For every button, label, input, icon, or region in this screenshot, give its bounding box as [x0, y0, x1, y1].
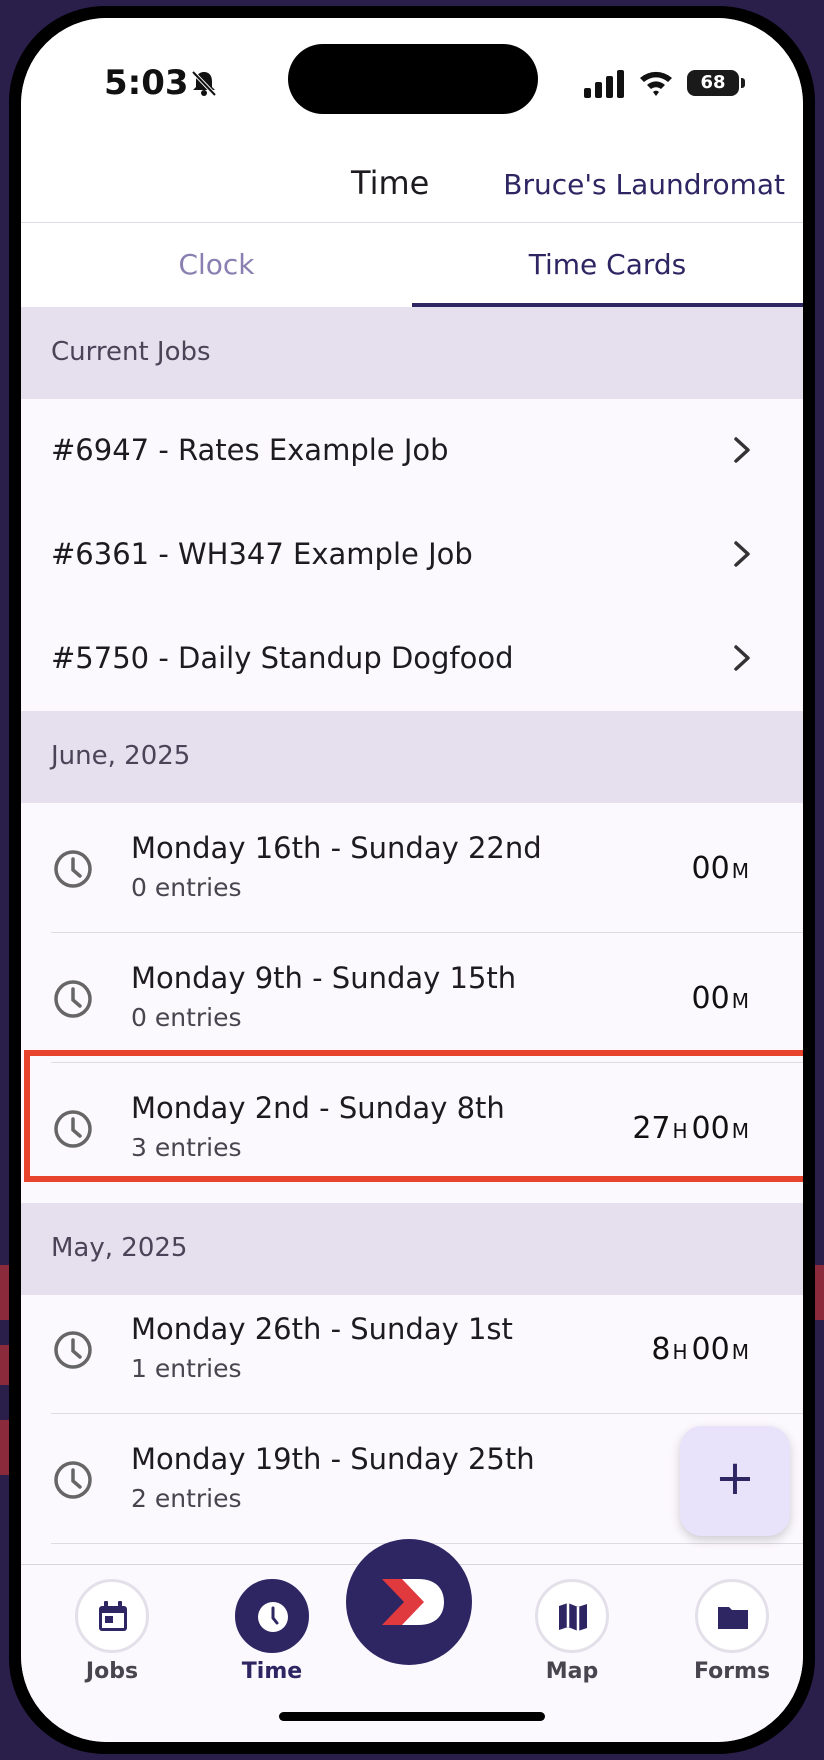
- minutes-value: 00: [691, 981, 730, 1016]
- nav-label: Jobs: [85, 1659, 139, 1684]
- nav-icon-wrapper: [535, 1579, 609, 1653]
- section-title: May, 2025: [51, 1233, 188, 1263]
- screen: 5:03 68 Time Bruce's Laundromat Clock Ti…: [21, 18, 803, 1742]
- week-range: Monday 9th - Sunday 15th: [131, 961, 517, 995]
- chevron-right-icon: [734, 541, 750, 567]
- job-label: #5750 - Daily Standup Dogfood: [51, 641, 514, 675]
- week-total: 00 M: [692, 981, 753, 1016]
- bell-muted-icon: [191, 70, 217, 97]
- home-indicator[interactable]: [279, 1712, 545, 1721]
- hours-unit: H: [672, 1119, 688, 1143]
- entry-count: 1 entries: [131, 1354, 242, 1383]
- clock-icon: [54, 980, 92, 1018]
- add-time-entry-button[interactable]: +: [680, 1426, 790, 1536]
- nav-item-forms[interactable]: Forms: [672, 1579, 792, 1684]
- battery-icon: 68: [687, 70, 745, 96]
- week-range: Monday 16th - Sunday 22nd: [131, 831, 542, 865]
- wifi-icon: [640, 71, 672, 96]
- dynamic-island: [288, 44, 538, 114]
- hours-unit: H: [672, 1340, 688, 1364]
- job-row[interactable]: #6947 - Rates Example Job: [21, 399, 803, 503]
- chevron-right-icon: [734, 645, 750, 671]
- nav-item-map[interactable]: Map: [512, 1579, 632, 1684]
- calendar-icon: [99, 1601, 127, 1631]
- time-card-row[interactable]: Monday 9th - Sunday 15th 0 entries 00 M: [21, 933, 803, 1063]
- time-card-row[interactable]: Monday 26th - Sunday 1st 1 entries 8 H 00 M: [21, 1284, 803, 1414]
- nav-label: Time: [241, 1659, 303, 1684]
- minutes-unit: M: [731, 989, 749, 1013]
- logo-icon: [382, 1579, 444, 1625]
- hours-value: 8: [651, 1332, 671, 1367]
- time-card-row[interactable]: Monday 16th - Sunday 22nd 0 entries 00 M: [21, 803, 803, 933]
- nav-label: Forms: [693, 1659, 771, 1684]
- page-title: Time: [351, 164, 430, 202]
- status-time: 5:03: [104, 63, 189, 103]
- week-total: 00 M: [692, 851, 753, 886]
- minutes-unit: M: [731, 1340, 749, 1364]
- nav-item-time[interactable]: Time: [212, 1579, 332, 1684]
- section-title: Current Jobs: [51, 337, 211, 367]
- minutes-value: 00: [691, 1332, 730, 1367]
- app-logo-button[interactable]: [346, 1539, 472, 1665]
- folder-icon: [718, 1607, 748, 1629]
- company-switcher[interactable]: Bruce's Laundromat: [503, 168, 785, 201]
- phone-frame: 5:03 68 Time Bruce's Laundromat Clock Ti…: [9, 6, 815, 1754]
- clock-icon: [54, 850, 92, 888]
- app-header: Time Bruce's Laundromat: [21, 128, 803, 223]
- chevron-right-icon: [734, 437, 750, 463]
- time-card-row[interactable]: Monday 2nd - Sunday 8th 3 entries 27 H 00 M: [21, 1063, 803, 1193]
- week-total: 27 H 00 M: [632, 1111, 753, 1146]
- nav-item-jobs[interactable]: Jobs: [52, 1579, 172, 1684]
- map-icon: [559, 1603, 587, 1631]
- job-row[interactable]: #5750 - Daily Standup Dogfood: [21, 607, 803, 711]
- minutes-value: 00: [691, 851, 730, 886]
- tab-clock[interactable]: Clock: [21, 223, 412, 307]
- nav-icon-wrapper: [695, 1579, 769, 1653]
- week-range: Monday 19th - Sunday 25th: [131, 1442, 535, 1476]
- section-header-month: June, 2025: [21, 711, 803, 803]
- section-title: June, 2025: [51, 741, 191, 771]
- entry-count: 3 entries: [131, 1133, 242, 1162]
- section-header-month: May, 2025: [21, 1203, 803, 1295]
- hours-value: 27: [632, 1111, 671, 1146]
- minutes-unit: M: [731, 1119, 749, 1143]
- entry-count: 2 entries: [131, 1484, 242, 1513]
- clock-icon: [54, 1331, 92, 1369]
- week-range: Monday 26th - Sunday 1st: [131, 1312, 513, 1346]
- nav-icon-wrapper: [75, 1579, 149, 1653]
- week-total: 8 H 00 M: [651, 1332, 753, 1367]
- signal-icon: [584, 70, 624, 98]
- nav-icon-wrapper: [235, 1579, 309, 1653]
- minutes-unit: M: [731, 859, 749, 883]
- nav-label: Map: [545, 1659, 599, 1684]
- status-bar: 5:03 68: [21, 18, 803, 128]
- entry-count: 0 entries: [131, 1003, 242, 1032]
- job-label: #6361 - WH347 Example Job: [51, 537, 473, 571]
- minutes-value: 00: [691, 1111, 730, 1146]
- week-range: Monday 2nd - Sunday 8th: [131, 1091, 505, 1125]
- entry-count: 0 entries: [131, 873, 242, 902]
- clock-icon: [54, 1461, 92, 1499]
- tab-time-cards[interactable]: Time Cards: [412, 223, 803, 307]
- clock-icon: [258, 1602, 288, 1632]
- job-label: #6947 - Rates Example Job: [51, 433, 449, 467]
- section-header-current-jobs: Current Jobs: [21, 307, 803, 399]
- tab-bar: Clock Time Cards: [21, 223, 803, 307]
- clock-icon: [54, 1110, 92, 1148]
- job-row[interactable]: #6361 - WH347 Example Job: [21, 503, 803, 607]
